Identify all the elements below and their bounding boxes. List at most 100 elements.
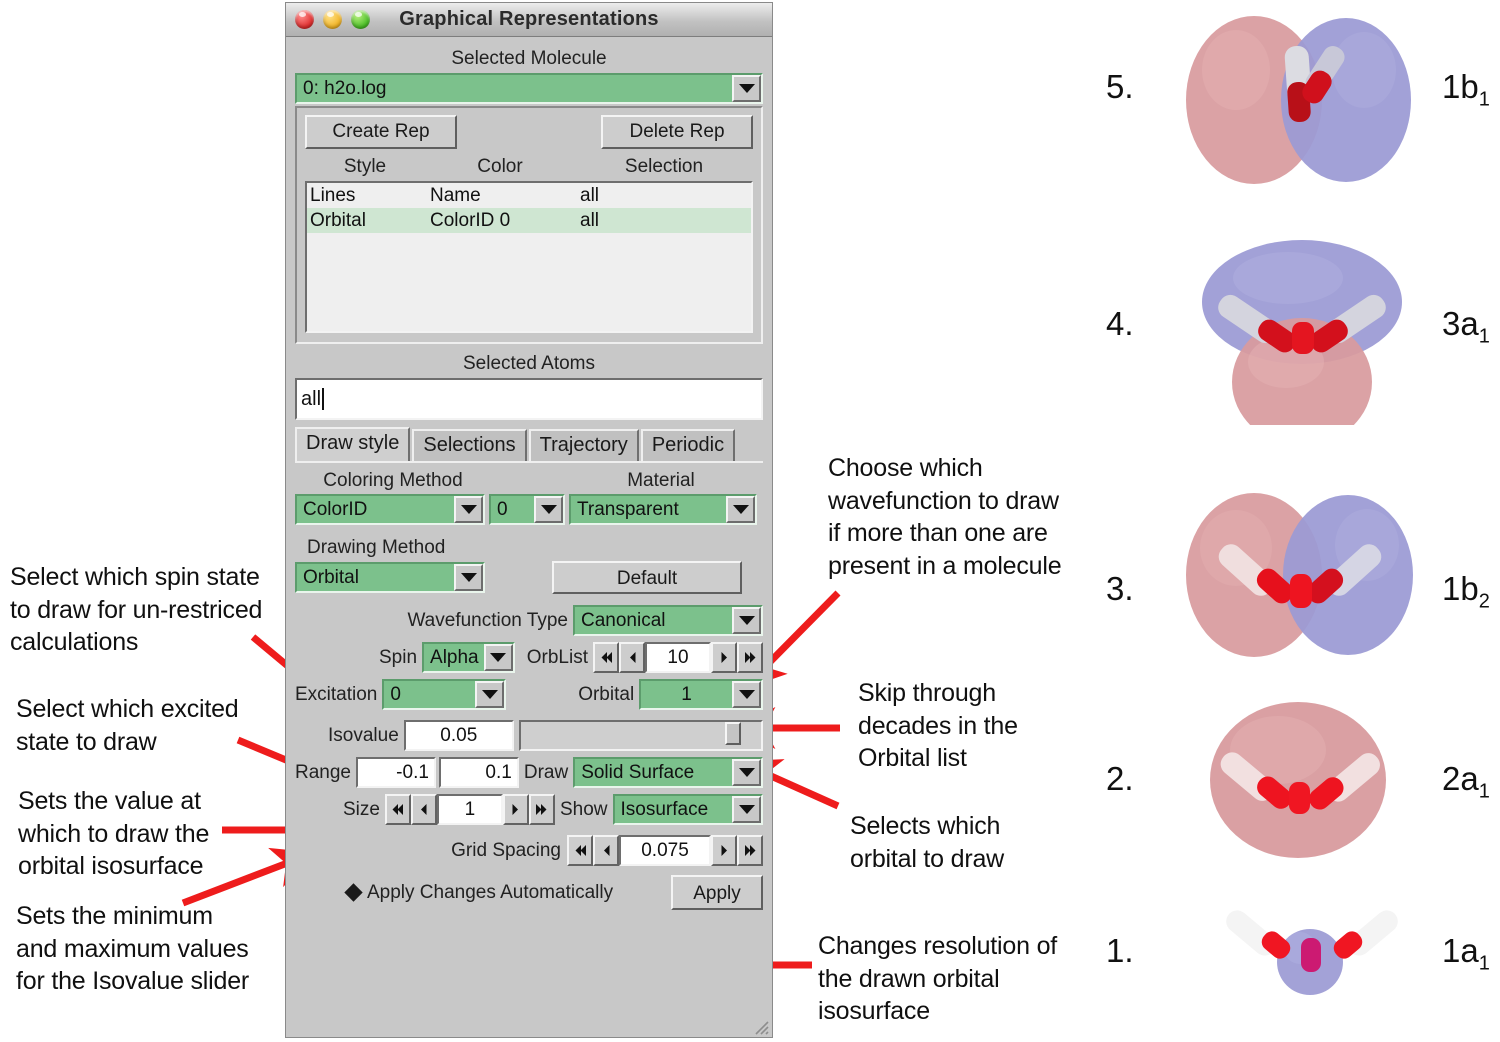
rep-column-selection: Selection (624, 156, 704, 177)
range-min-field[interactable]: -0.1 (356, 757, 436, 788)
window-title: Graphical Representations (399, 8, 659, 30)
orblist-next-button[interactable] (711, 642, 737, 673)
orbital-entry-5: 5. 1b1 (1100, 0, 1500, 200)
orblist-first-button[interactable] (593, 642, 619, 673)
coloring-material-row: ColorID 0 Transparent (295, 494, 763, 525)
spin-value: Alpha (430, 646, 479, 668)
spin-dropdown[interactable]: Alpha (422, 642, 515, 673)
grid-spacing-next-button[interactable] (711, 835, 737, 866)
isovalue-row: Isovalue 0.05 (295, 720, 763, 751)
size-stepper[interactable]: 1 (384, 794, 555, 825)
spin-orblist-row: Spin Alpha OrbList 10 (295, 642, 763, 673)
orbital-entry-1: 1. 1a1 (1100, 860, 1500, 1042)
drawing-method-label: Drawing Method (307, 537, 446, 558)
chevron-down-icon[interactable] (732, 75, 761, 102)
table-row[interactable]: Orbital ColorID 0 all (307, 208, 751, 233)
orblist-prev-button[interactable] (619, 642, 645, 673)
drawing-method-row: Orbital Default (295, 561, 763, 594)
size-first-button[interactable] (384, 794, 411, 825)
material-dropdown[interactable]: Transparent (569, 494, 757, 525)
orbital-figure-5 (1176, 8, 1426, 193)
isovalue-label: Isovalue (328, 724, 399, 746)
wavefunction-type-dropdown[interactable]: Canonical (573, 605, 763, 636)
chevron-down-icon[interactable] (483, 644, 513, 671)
selected-atoms-input[interactable]: all (295, 378, 763, 420)
cell-style: Lines (310, 185, 356, 206)
draw-style-panel: Coloring Method Material ColorID 0 Trans… (295, 461, 763, 914)
wavefunction-type-row: Wavefunction Type Canonical (295, 605, 763, 636)
cell-style: Orbital (310, 210, 366, 231)
size-last-button[interactable] (528, 794, 555, 825)
chevron-down-icon[interactable] (732, 607, 761, 634)
excitation-orbital-row: Excitation 0 Orbital 1 (295, 679, 763, 710)
draw-label: Draw (523, 761, 569, 783)
apply-row: Apply Changes Automatically Apply (295, 875, 763, 914)
orbital-figure-4 (1178, 210, 1428, 425)
graphical-representations-window[interactable]: Graphical Representations Selected Molec… (285, 2, 773, 1038)
grid-spacing-stepper[interactable]: 0.075 (567, 835, 763, 866)
show-dropdown[interactable]: Isosurface (612, 794, 763, 825)
selected-molecule-label: Selected Molecule (451, 48, 607, 69)
draw-value: Solid Surface (581, 761, 695, 783)
chevron-down-icon[interactable] (454, 564, 483, 591)
chevron-down-icon[interactable] (534, 496, 563, 523)
selected-molecule-dropdown[interactable]: 0: h2o.log (295, 73, 763, 104)
grid-spacing-first-button[interactable] (567, 835, 593, 866)
chevron-down-icon[interactable] (732, 681, 761, 708)
selected-molecule-value: 0: h2o.log (303, 77, 387, 99)
cell-color: Name (430, 185, 481, 206)
chevron-down-icon[interactable] (454, 496, 483, 523)
orblist-label: OrbList (526, 646, 588, 668)
chevron-down-icon[interactable] (732, 759, 761, 786)
apply-button[interactable]: Apply (671, 875, 763, 910)
diamond-checkbox-icon[interactable] (344, 883, 363, 902)
chevron-down-icon[interactable] (475, 681, 505, 708)
orbital-entry-4: 4. 3a1 (1100, 200, 1500, 425)
orbital-number-5: 5. (1106, 68, 1134, 105)
rep-buttons-row: Create Rep Delete Rep (305, 115, 753, 149)
size-prev-button[interactable] (410, 794, 437, 825)
grid-spacing-value[interactable]: 0.075 (619, 835, 711, 866)
show-value: Isosurface (620, 798, 709, 820)
size-label: Size (343, 798, 380, 820)
draw-dropdown[interactable]: Solid Surface (573, 757, 763, 788)
grid-spacing-last-button[interactable] (737, 835, 763, 866)
color-id-dropdown[interactable]: 0 (489, 494, 565, 525)
apply-auto-toggle[interactable]: Apply Changes Automatically (344, 882, 613, 904)
orbital-dropdown[interactable]: 1 (639, 679, 763, 710)
orblist-stepper[interactable]: 10 (593, 642, 763, 673)
resize-grip-icon[interactable] (751, 1017, 769, 1035)
coloring-method-value: ColorID (303, 498, 368, 520)
create-rep-button[interactable]: Create Rep (305, 115, 457, 149)
chevron-down-icon[interactable] (726, 496, 755, 523)
orblist-value[interactable]: 10 (645, 642, 711, 673)
tab-selections[interactable]: Selections (412, 429, 527, 461)
rep-table-list[interactable]: Lines Name all Orbital ColorID 0 all (305, 181, 753, 333)
isovalue-slider-thumb[interactable] (724, 722, 741, 745)
window-titlebar[interactable]: Graphical Representations (286, 3, 772, 37)
tab-periodic[interactable]: Periodic (640, 429, 736, 461)
size-value[interactable]: 1 (436, 794, 503, 825)
tab-trajectory[interactable]: Trajectory (528, 429, 639, 461)
tab-draw-style[interactable]: Draw style (295, 427, 411, 461)
orbital-figure-3 (1172, 470, 1432, 670)
default-button[interactable]: Default (552, 561, 742, 594)
annotation-range: Sets the minimum and maximum values for … (16, 902, 250, 995)
excitation-dropdown[interactable]: 0 (382, 679, 507, 710)
isovalue-slider[interactable] (518, 720, 763, 751)
table-row[interactable]: Lines Name all (307, 183, 751, 208)
isovalue-field[interactable]: 0.05 (403, 720, 514, 751)
orblist-last-button[interactable] (737, 642, 763, 673)
drawing-method-dropdown[interactable]: Orbital (295, 562, 485, 593)
orbital-number-1: 1. (1106, 932, 1134, 969)
orbital-number-4: 4. (1106, 305, 1134, 342)
range-max-field[interactable]: 0.1 (438, 757, 519, 788)
tab-bar[interactable]: Draw style Selections Trajectory Periodi… (295, 427, 763, 461)
grid-spacing-prev-button[interactable] (593, 835, 619, 866)
chevron-down-icon[interactable] (732, 796, 761, 823)
wavefunction-type-label: Wavefunction Type (407, 609, 568, 631)
delete-rep-button[interactable]: Delete Rep (601, 115, 753, 149)
size-next-button[interactable] (502, 794, 529, 825)
annotation-orblist: Skip through decades in the Orbital list (858, 679, 1018, 772)
coloring-method-dropdown[interactable]: ColorID (295, 494, 485, 525)
